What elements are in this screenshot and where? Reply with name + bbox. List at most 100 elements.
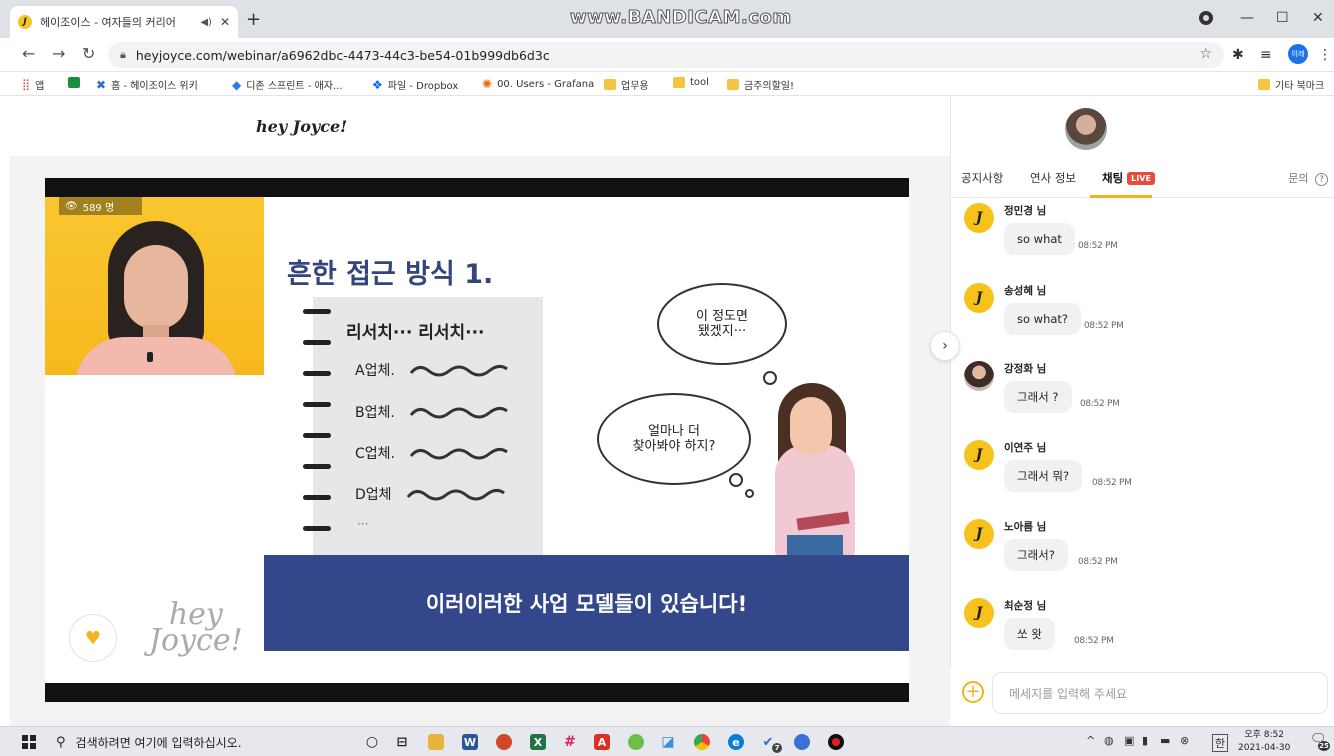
bubble-dot <box>763 371 777 385</box>
cortana-icon[interactable]: ○ <box>364 734 380 750</box>
taskbar-search[interactable]: ⚲ 검색하려면 여기에 입력하십시오. <box>56 730 356 754</box>
message-time: 08:52 PM <box>1074 636 1114 646</box>
folder-icon <box>673 77 685 88</box>
browser-tab[interactable]: J 헤이조이스 - 여자들의 커리어 ◀) ✕ <box>10 6 238 38</box>
user-avatar: J <box>964 598 994 628</box>
message-time: 08:52 PM <box>1078 241 1118 251</box>
note-item: B업체. <box>355 402 509 422</box>
squiggle-line <box>409 406 508 419</box>
screen: J 헤이조이스 - 여자들의 커리어 ◀) ✕ + www.BANDICAM.c… <box>0 0 1334 756</box>
bookmark-star-icon[interactable]: ☆ <box>1199 46 1212 62</box>
edge-icon[interactable]: e <box>728 734 744 750</box>
speaker-icon[interactable]: ◀) <box>200 17 212 28</box>
heyjoyce-favicon: J <box>18 15 32 29</box>
app-icon[interactable]: ◪ <box>660 734 676 750</box>
word-icon[interactable]: W <box>462 734 478 750</box>
bookmark-folder-work[interactable]: 업무용 <box>604 77 649 92</box>
notepad-ring <box>303 464 331 469</box>
note-more: ··· <box>357 517 369 531</box>
tab-chat[interactable]: 채팅 LIVE <box>1102 170 1155 186</box>
network-icon[interactable]: ▬ <box>1160 734 1170 747</box>
site-logo[interactable]: hey Joyce! <box>256 117 347 136</box>
reading-list-icon[interactable]: ≡ <box>1260 47 1272 63</box>
profile-avatar[interactable]: 이레 <box>1288 44 1308 64</box>
notepad-ring <box>303 402 331 407</box>
squiggle-line <box>409 447 508 460</box>
panel-tabs: 공지사항 연사 정보 채팅 LIVE 문의 ? <box>950 160 1334 198</box>
user-avatar: J <box>964 519 994 549</box>
message-time: 08:52 PM <box>1078 557 1118 567</box>
bookmark-folder-todo[interactable]: 금주의할일! <box>727 77 794 92</box>
chat-message: J 최순정 님 쏘 왓 08:52 PM <box>960 592 1330 662</box>
record-icon[interactable] <box>828 734 844 750</box>
excel-icon[interactable]: X <box>530 734 546 750</box>
extensions-icon[interactable]: ✱ <box>1232 47 1244 63</box>
tab-speaker-info[interactable]: 연사 정보 <box>1030 170 1076 186</box>
webinar-video[interactable]: 👁︎ 589 명 ♥ hey Joyce! 흔한 접근 방식 1. 리서치···… <box>45 178 909 702</box>
inquiry-button[interactable]: 문의 ? <box>1288 170 1328 186</box>
bookmark-wiki[interactable]: ✖ 홈 - 헤이조이스 위키 <box>96 77 198 93</box>
message-bubble: 그래서 뭐? <box>1004 460 1083 492</box>
chrome-icon[interactable] <box>694 734 710 750</box>
record-status-icon[interactable] <box>1199 11 1213 25</box>
folder-icon <box>727 79 739 90</box>
bookmark-grafana[interactable]: ✺ 00. Users - Grafana <box>482 77 594 91</box>
heart-icon[interactable]: ♥ <box>69 614 117 662</box>
tray-icon[interactable]: ▣ <box>1124 734 1134 747</box>
bookmark-apps[interactable]: ⣿ 앱 <box>22 77 44 92</box>
acrobat-icon[interactable]: A <box>594 734 610 750</box>
reload-icon[interactable]: ↻ <box>82 44 95 63</box>
lock-icon: 🔒︎ <box>120 48 126 61</box>
windows-taskbar: ⚲ 검색하려면 여기에 입력하십시오. ○ ⊟ W X # A ◪ e ✔ 7 … <box>0 726 1334 756</box>
tray-chevron-icon[interactable]: ^ <box>1086 734 1095 747</box>
viewer-count-badge: 👁︎ 589 명 <box>59 197 142 215</box>
tray-icon[interactable]: ◍ <box>1104 734 1114 747</box>
task-view-icon[interactable]: ⊟ <box>394 734 410 750</box>
bookmark-folder-other[interactable]: 기타 북마크 <box>1258 77 1324 92</box>
bookmark-dropbox[interactable]: ❖ 파일 - Dropbox <box>372 77 458 93</box>
search-icon: ⚲ <box>56 734 66 750</box>
forward-icon[interactable]: → <box>52 44 65 63</box>
notepad-ring <box>303 309 331 314</box>
back-icon[interactable]: ← <box>22 44 35 63</box>
app-icon[interactable] <box>628 734 644 750</box>
ime-indicator[interactable]: 한 <box>1212 734 1229 752</box>
help-icon: ? <box>1315 173 1328 186</box>
tab-title: 헤이조이스 - 여자들의 커리어 <box>40 16 176 29</box>
user-avatar <box>964 361 994 391</box>
powerpoint-icon[interactable] <box>496 734 512 750</box>
plus-icon[interactable]: + <box>962 681 984 703</box>
message-time: 08:52 PM <box>1092 478 1132 488</box>
sender-name: 송성혜 님 <box>1004 285 1047 297</box>
new-tab-button[interactable]: + <box>246 9 261 30</box>
bookmark-sheets[interactable] <box>68 77 85 88</box>
site-header <box>0 96 950 156</box>
app-icon[interactable] <box>794 734 810 750</box>
tray-icon[interactable]: ▮ <box>1142 734 1148 747</box>
close-window-icon[interactable]: ✕ <box>1312 10 1324 26</box>
volume-muted-icon[interactable]: ⊗ <box>1180 734 1189 747</box>
notepad-ring <box>303 433 331 438</box>
collapse-panel-button[interactable]: › <box>930 331 960 361</box>
tab-notice[interactable]: 공지사항 <box>961 170 1003 186</box>
chat-input[interactable]: 메세지를 입력해 주세요 <box>992 672 1328 714</box>
user-avatar: J <box>964 203 994 233</box>
notepad-ring <box>303 340 331 345</box>
note-heading: 리서치··· 리서치··· <box>346 323 485 343</box>
app-badge: 7 <box>772 743 782 753</box>
slack-icon[interactable]: # <box>562 734 578 750</box>
chat-message: J 이연주 님 그래서 뭐? 08:52 PM <box>960 434 1330 504</box>
bandicam-watermark: www.BANDICAM.com <box>570 7 792 29</box>
maximize-icon[interactable]: ☐ <box>1276 10 1289 26</box>
bookmark-folder-tool[interactable]: tool <box>673 77 709 88</box>
taskbar-clock[interactable]: 오후 8:52 2021-04-30 <box>1238 729 1290 755</box>
file-explorer-icon[interactable] <box>428 734 444 750</box>
address-bar[interactable]: 🔒︎ heyjoyce.com/webinar/a6962dbc-4473-44… <box>108 42 1224 68</box>
windows-start-icon[interactable] <box>22 735 36 749</box>
close-tab-icon[interactable]: ✕ <box>220 15 230 29</box>
chat-composer: + 메세지를 입력해 주세요 <box>950 668 1334 726</box>
chat-message: J 노아름 님 그래서? 08:52 PM <box>960 513 1330 583</box>
minimize-icon[interactable]: — <box>1240 10 1254 26</box>
menu-kebab-icon[interactable]: ⋮ <box>1318 47 1332 63</box>
bookmark-sprint[interactable]: ◆ 디존 스프린트 - 애자... <box>232 77 343 93</box>
